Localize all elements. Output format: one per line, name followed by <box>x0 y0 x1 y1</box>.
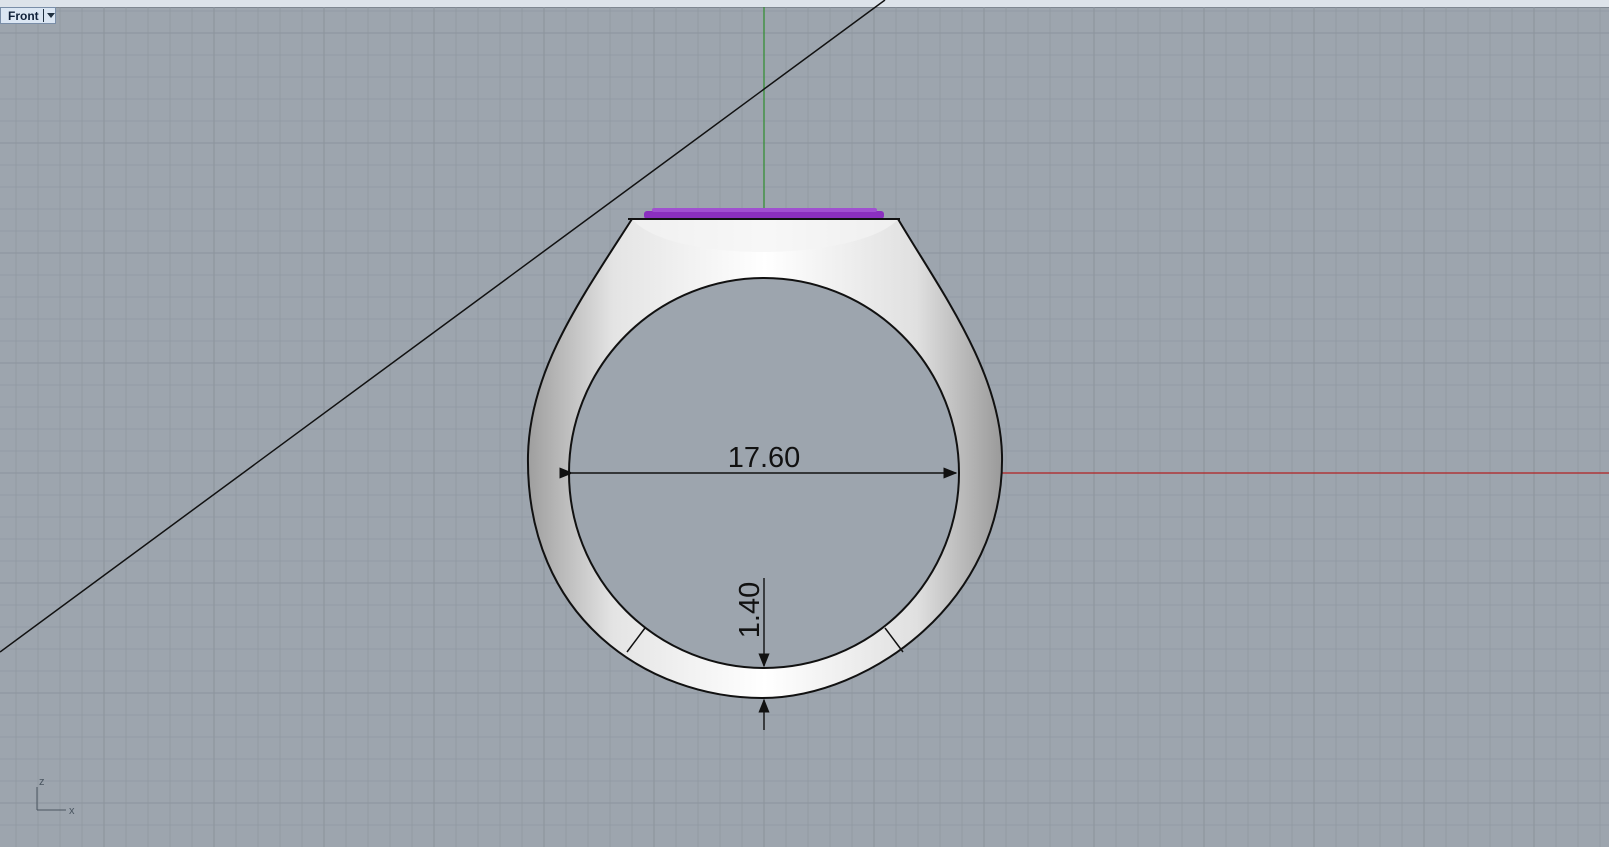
chevron-down-icon[interactable] <box>47 13 55 18</box>
viewport-title-label: Front <box>8 8 39 23</box>
diameter-dimension-label: 17.60 <box>728 442 801 474</box>
gem-pave <box>644 208 884 219</box>
thickness-dimension-label: 1.40 <box>734 582 766 638</box>
front-viewport[interactable]: 17.60 1.40 z x Front <box>0 0 1609 847</box>
axis-indicator: z x <box>36 776 75 817</box>
axis-indicator-x-label: x <box>69 805 75 817</box>
viewport-title-tab[interactable]: Front <box>0 7 56 24</box>
axis-indicator-z-label: z <box>39 776 45 788</box>
viewport-canvas[interactable]: 17.60 1.40 z x <box>0 0 1609 847</box>
viewport-tab-separator <box>43 9 44 22</box>
